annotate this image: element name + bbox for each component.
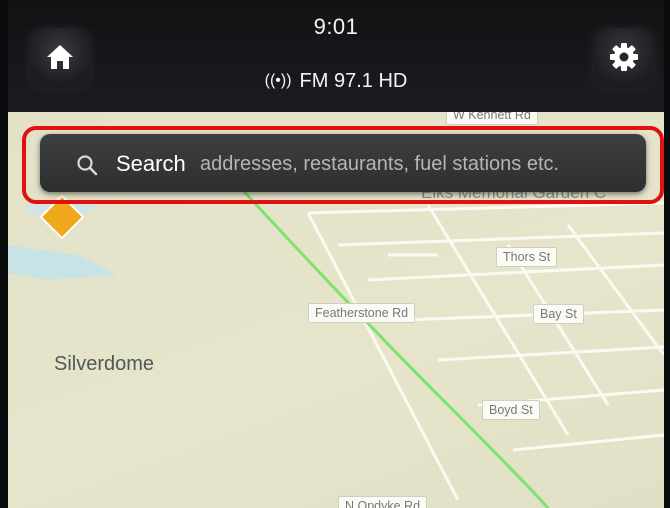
radio-station[interactable]: ((•)) FM 97.1 HD: [8, 70, 664, 93]
street-label[interactable]: Bay St: [533, 304, 584, 324]
highlight-box: [22, 126, 664, 204]
home-button[interactable]: [30, 28, 90, 88]
area-label[interactable]: Silverdome: [54, 353, 154, 376]
street-label[interactable]: Featherstone Rd: [308, 303, 416, 323]
home-icon: [47, 45, 73, 69]
street-label[interactable]: Thors St: [496, 247, 558, 267]
antenna-icon: ((•)): [264, 72, 292, 89]
gear-icon: [610, 43, 638, 71]
radio-label: FM 97.1 HD: [299, 70, 408, 92]
settings-button[interactable]: [594, 28, 654, 88]
street-label[interactable]: N Opdyke Rd: [338, 496, 428, 508]
clock: 9:01: [313, 14, 359, 39]
status-bar: 9:01 ((•)) FM 97.1 HD: [8, 0, 664, 112]
street-label[interactable]: Boyd St: [482, 400, 540, 420]
navigation-screen: Elks Memorial Garden C W Kennett Rd Thor…: [8, 0, 664, 508]
